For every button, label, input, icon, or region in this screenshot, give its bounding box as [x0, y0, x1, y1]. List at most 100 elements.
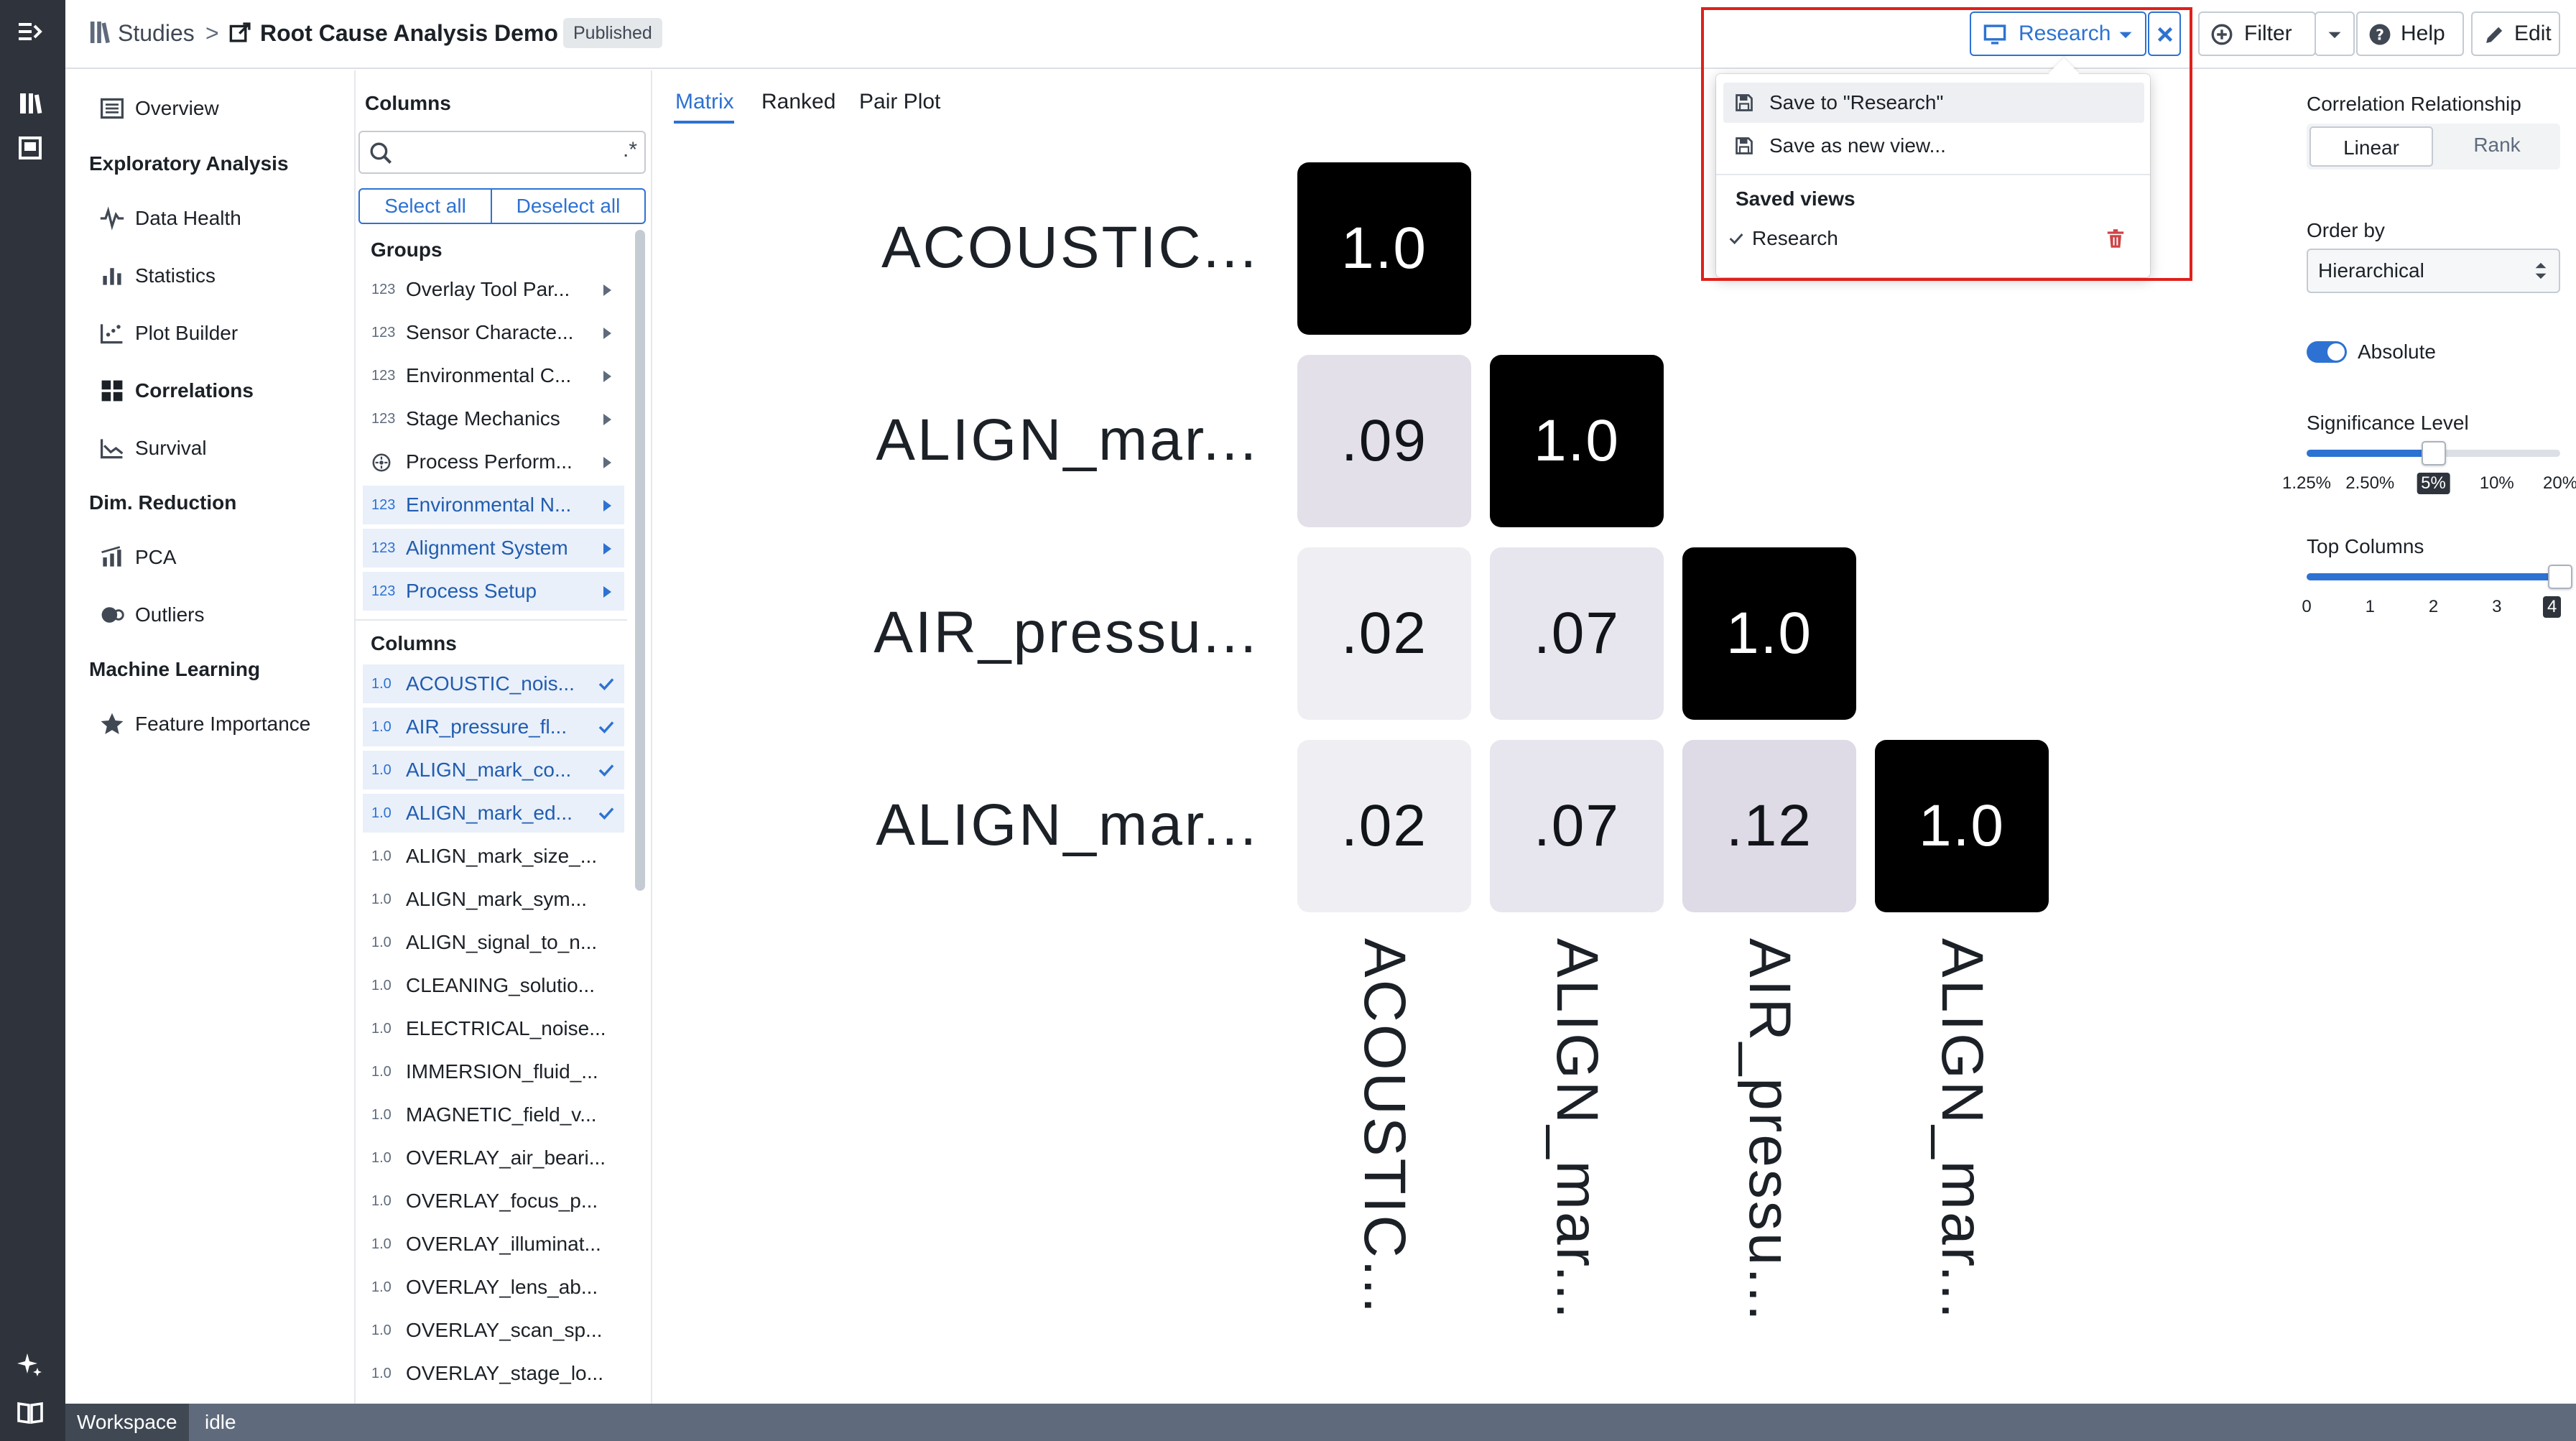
deselect-all-button[interactable]: Deselect all [491, 188, 646, 224]
group-row[interactable]: 123 Alignment System [363, 529, 624, 567]
group-row[interactable]: 123 Sensor Characte... [363, 313, 624, 352]
column-row[interactable]: 1.0 ACOUSTIC_nois... [363, 664, 624, 703]
matrix-cell[interactable]: 1.0 [1297, 162, 1471, 335]
column-row[interactable]: 1.0 OVERLAY_lens_ab... [363, 1268, 624, 1307]
pencil-icon [2486, 27, 2503, 43]
matrix-cell[interactable]: .09 [1297, 355, 1471, 527]
matrix-row-label: ALIGN_mar... [876, 407, 1259, 473]
external-link-icon[interactable] [228, 20, 253, 45]
slider-tick-label: 2 [2428, 597, 2439, 616]
nav-pca[interactable]: PCA [135, 545, 177, 570]
group-row[interactable]: Process Perform... [363, 443, 624, 481]
filter-button[interactable]: Filter [2198, 11, 2316, 56]
column-row[interactable]: 1.0 AIR_pressure_fl... [363, 708, 624, 746]
nav-feature-importance[interactable]: Feature Importance [135, 711, 310, 737]
column-row[interactable]: 1.0 MAGNETIC_field_v... [363, 1095, 624, 1134]
matrix-cell[interactable]: .02 [1297, 740, 1471, 912]
column-row[interactable]: 1.0 OVERLAY_air_beari... [363, 1139, 624, 1177]
column-row[interactable]: 1.0 ALIGN_mark_co... [363, 751, 624, 789]
help-button[interactable]: ? Help [2356, 11, 2464, 56]
expand-caret-icon [603, 284, 611, 296]
star-icon [101, 713, 124, 735]
column-row[interactable]: 1.0 OVERLAY_illuminat... [363, 1225, 624, 1264]
nav-overview[interactable]: Overview [135, 96, 219, 121]
nav-survival[interactable]: Survival [135, 435, 207, 461]
regex-toggle[interactable]: .* [623, 138, 637, 162]
column-row[interactable]: 1.0 ALIGN_signal_to_n... [363, 923, 624, 962]
help-icon: ? [2369, 24, 2391, 45]
column-search-input[interactable]: .* [358, 131, 646, 174]
matrix-cell[interactable]: 1.0 [1875, 740, 2049, 912]
slider-tick-label: 0 [2302, 597, 2312, 616]
matrix-cell[interactable]: .07 [1490, 740, 1664, 912]
group-label: Environmental C... [406, 364, 572, 386]
panel-divider [356, 619, 627, 621]
slider-tick-label: 1 [2365, 597, 2375, 616]
sparkle-icon[interactable] [16, 1350, 45, 1379]
relationship-linear-button[interactable]: Linear [2309, 126, 2433, 167]
nav-outliers[interactable]: Outliers [135, 602, 204, 628]
column-row[interactable]: 1.0 OVERLAY_scan_sp... [363, 1311, 624, 1350]
matrix-cell[interactable]: 1.0 [1682, 547, 1856, 720]
tab-pair-plot[interactable]: Pair Plot [859, 89, 940, 115]
column-label: OVERLAY_stage_lo... [406, 1362, 603, 1384]
notebook-icon[interactable] [16, 134, 45, 162]
column-row[interactable]: 1.0 CLEANING_solutio... [363, 966, 624, 1005]
overview-icon [100, 98, 124, 119]
nav-correlations[interactable]: Correlations [135, 378, 254, 404]
type-badge: 1.0 [371, 1021, 392, 1037]
column-row[interactable]: 1.0 OVERLAY_focus_p... [363, 1182, 624, 1220]
matrix-cell[interactable]: .02 [1297, 547, 1471, 720]
line-chart-icon [100, 439, 124, 459]
check-icon [598, 764, 614, 777]
filter-dropdown-button[interactable] [2315, 11, 2355, 56]
tab-matrix[interactable]: Matrix [675, 89, 734, 115]
breadcrumb-studies[interactable]: Studies [118, 19, 195, 47]
group-row[interactable]: 123 Stage Mechanics [363, 399, 624, 438]
matrix-cell[interactable]: .07 [1490, 547, 1664, 720]
check-icon [598, 678, 614, 690]
status-bar: Workspace idle [65, 1404, 2576, 1441]
menu-expand-icon[interactable] [16, 17, 45, 46]
columns-scrollbar[interactable] [635, 230, 645, 891]
nav-statistics[interactable]: Statistics [135, 263, 216, 289]
column-row[interactable]: 1.0 ALIGN_mark_ed... [363, 794, 624, 833]
column-row[interactable]: 1.0 ALIGN_mark_size_... [363, 837, 624, 876]
group-label: Sensor Characte... [406, 321, 574, 343]
bar-chart-icon [103, 268, 121, 285]
column-row[interactable]: 1.0 OVERLAY_stage_lo... [363, 1354, 624, 1393]
significance-handle[interactable] [2421, 441, 2446, 465]
top-columns-handle[interactable] [2548, 565, 2572, 589]
column-row[interactable]: 1.0 ELECTRICAL_noise... [363, 1009, 624, 1048]
status-workspace[interactable]: Workspace [65, 1404, 189, 1441]
column-label: IMMERSION_fluid_... [406, 1060, 598, 1083]
expand-caret-icon [603, 586, 611, 598]
pca-icon [101, 546, 121, 567]
expand-caret-icon [603, 543, 611, 555]
column-row[interactable]: 1.0 ALIGN_mark_sym... [363, 880, 624, 919]
column-row[interactable]: 1.0 IMMERSION_fluid_... [363, 1052, 624, 1091]
matrix-cell[interactable]: 1.0 [1490, 355, 1664, 527]
order-by-select[interactable]: Hierarchical [2307, 249, 2560, 293]
top-columns-fill [2307, 573, 2560, 580]
expand-caret-icon [603, 371, 611, 382]
nav-section-ml: Machine Learning [89, 658, 261, 680]
nav-data-health[interactable]: Data Health [135, 205, 241, 231]
library-icon[interactable] [16, 89, 45, 118]
matrix-cell[interactable]: .12 [1682, 740, 1856, 912]
group-row[interactable]: 123 Environmental C... [363, 356, 624, 395]
column-label: ALIGN_signal_to_n... [406, 931, 598, 953]
absolute-toggle[interactable] [2307, 341, 2347, 363]
edit-button[interactable]: Edit [2471, 11, 2560, 56]
group-row[interactable]: 123 Environmental N... [363, 486, 624, 524]
group-row[interactable]: 123 Overlay Tool Par... [363, 270, 624, 309]
select-all-button[interactable]: Select all [358, 188, 492, 224]
slider-tick-label: 10% [2479, 473, 2514, 493]
book-open-icon[interactable] [16, 1398, 45, 1427]
order-by-label: Order by [2307, 219, 2385, 241]
nav-plot-builder[interactable]: Plot Builder [135, 320, 238, 346]
slider-tick-label: 3 [2492, 597, 2502, 616]
relationship-rank-button[interactable]: Rank [2435, 124, 2559, 170]
group-row[interactable]: 123 Process Setup [363, 572, 624, 611]
tab-ranked[interactable]: Ranked [761, 89, 835, 115]
